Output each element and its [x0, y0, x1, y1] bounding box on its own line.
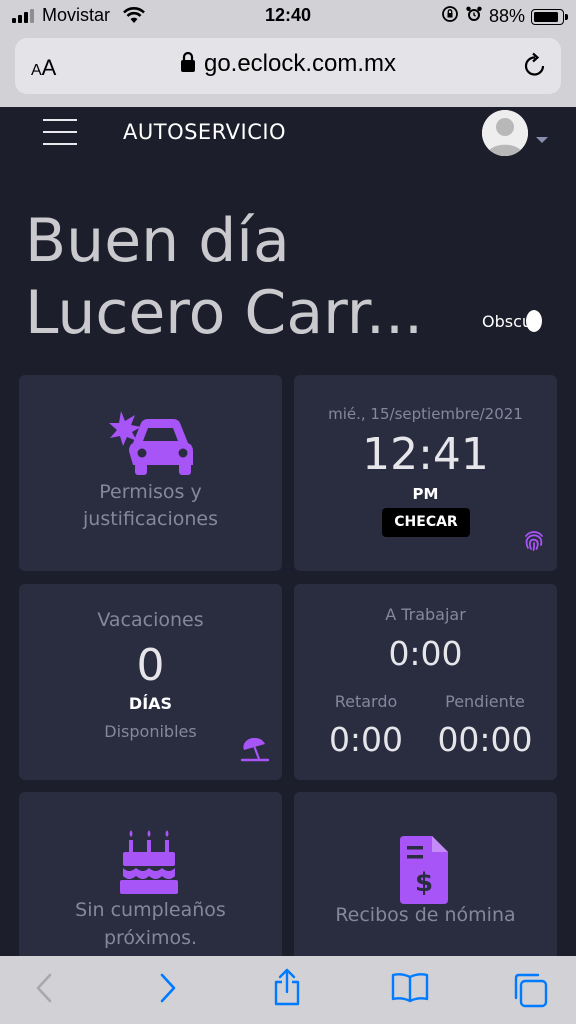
- cumpleanos-card[interactable]: Sin cumpleaños próximos.: [19, 792, 282, 972]
- browser-chrome: Movistar 12:40 88% AA go.eclock.com.mx: [0, 0, 576, 107]
- trabajar-title: A Trabajar: [385, 605, 466, 624]
- current-time: 12:41: [362, 429, 489, 480]
- trabajar-time: 0:00: [388, 634, 463, 673]
- retardo-label: Retardo: [334, 692, 398, 711]
- battery-icon: [531, 8, 568, 25]
- permisos-card[interactable]: Permisos y justificaciones: [19, 375, 282, 571]
- svg-text:$: $: [415, 868, 433, 898]
- alarm-icon: [465, 5, 483, 28]
- url-text[interactable]: go.eclock.com.mx: [204, 50, 396, 78]
- vacaciones-count: 0: [136, 640, 165, 691]
- recibos-label: Recibos de nómina: [335, 904, 516, 926]
- current-date: mié., 15/septiembre/2021: [328, 405, 523, 423]
- cumpleanos-label: Sin cumpleaños próximos.: [75, 899, 226, 949]
- app-header: AUTOSERVICIO: [0, 107, 576, 159]
- forward-icon[interactable]: [158, 972, 178, 1008]
- share-icon[interactable]: [272, 968, 302, 1010]
- vacaciones-unit: DÍAS: [128, 694, 173, 713]
- address-bar[interactable]: AA go.eclock.com.mx: [15, 38, 561, 94]
- checar-button[interactable]: CHECAR: [382, 508, 470, 537]
- menu-icon[interactable]: [43, 119, 77, 147]
- safari-toolbar: [0, 956, 576, 1024]
- app-title: AUTOSERVICIO: [123, 120, 287, 144]
- bookmarks-icon[interactable]: [390, 972, 430, 1008]
- back-icon[interactable]: [34, 972, 54, 1008]
- reload-icon[interactable]: [523, 52, 547, 82]
- receipt-dollar-icon: $: [398, 836, 450, 908]
- battery-percent: 88%: [488, 6, 525, 26]
- status-right-group: 88%: [441, 5, 568, 28]
- clock-card: mié., 15/septiembre/2021 12:41 PM CHECAR: [294, 375, 557, 571]
- theme-toggle[interactable]: Obscu: [482, 310, 543, 332]
- status-bar: Movistar 12:40 88%: [0, 0, 576, 34]
- theme-toggle-label: Obscu: [482, 311, 533, 331]
- vacaciones-card[interactable]: Vacaciones 0 DÍAS Disponibles: [19, 584, 282, 780]
- vacaciones-title: Vacaciones: [97, 609, 204, 631]
- car-crash-icon: [107, 409, 195, 481]
- chevron-down-icon[interactable]: [536, 137, 548, 143]
- orientation-lock-icon: [441, 5, 459, 28]
- toggle-knob[interactable]: [526, 310, 543, 332]
- ampm-label: PM: [412, 485, 439, 503]
- beach-umbrella-icon: [240, 737, 270, 768]
- greeting-line1: Buen día: [25, 206, 290, 276]
- pendiente-value: 00:00: [437, 720, 533, 759]
- greeting-user-name: Lucero Carr...: [25, 278, 424, 348]
- pendiente-label: Pendiente: [445, 692, 525, 711]
- trabajo-card: A Trabajar 0:00 Retardo Pendiente 0:00 0…: [294, 584, 557, 780]
- fingerprint-icon[interactable]: [522, 528, 546, 556]
- retardo-value: 0:00: [328, 720, 404, 759]
- greeting: Buen día Lucero Carr...: [25, 205, 485, 349]
- avatar[interactable]: [482, 110, 528, 156]
- permisos-label: Permisos y justificaciones: [83, 481, 218, 530]
- birthday-cake-icon: [119, 828, 179, 898]
- recibos-card[interactable]: $ Recibos de nómina: [294, 792, 557, 972]
- lock-icon: [180, 51, 196, 77]
- tabs-icon[interactable]: [512, 972, 548, 1012]
